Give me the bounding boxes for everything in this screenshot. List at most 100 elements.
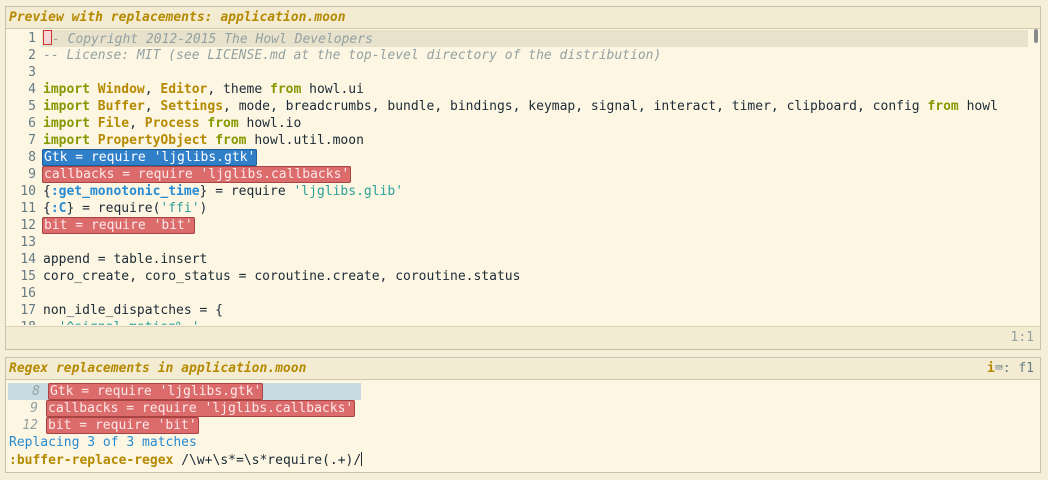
code-token: append = table.insert [43, 252, 208, 267]
code-token: { [43, 201, 51, 216]
code-line[interactable]: 6 import File, Process from howl.io [6, 115, 1040, 132]
code-line[interactable]: 17 non_idle_dispatches = { [6, 302, 1040, 319]
line-number: 8 [28, 150, 36, 165]
line-number: 1 [28, 31, 36, 46]
code-line[interactable]: 4 import Window, Editor, theme from howl.… [6, 81, 1040, 98]
line-number: 14 [20, 252, 36, 267]
code-line[interactable]: 16 [6, 285, 1040, 302]
code-token: , [144, 99, 161, 114]
replacements-header: Regex replacements in application.moon i… [6, 358, 1040, 380]
code-line[interactable]: 12 bit = require 'bit' [6, 217, 1040, 234]
code-token: Buffer [97, 99, 145, 114]
status-message: Replacing 3 of 3 matches [9, 435, 197, 450]
match-row[interactable]: 12 bit = require 'bit' [6, 417, 1040, 434]
code-token: :C [50, 201, 67, 216]
code-line[interactable]: 7 import PropertyObject from howl.util.mo… [6, 132, 1040, 149]
code-token: { [43, 184, 51, 199]
code-token: import [43, 99, 98, 114]
match-list[interactable]: 8 Gtk = require 'ljglibs.gtk' 9 callbacks =… [6, 383, 1040, 434]
code-line[interactable]: 5 import Buffer, Settings, mode, breadcru… [6, 98, 1040, 115]
code-token: import [43, 133, 98, 148]
code-line[interactable]: 1 - Copyright 2012-2015 The Howl Develope… [6, 30, 1040, 47]
command-input[interactable]: /\w+\s*=\s*require(.+)/ [173, 453, 361, 468]
command-line[interactable]: :buffer-replace-regex /\w+\s*=\s*require… [9, 452, 363, 468]
text-cursor [361, 452, 363, 466]
code-token: Settings [160, 99, 224, 114]
code-token: -- License: MIT (see LICENSE.md at the t… [43, 48, 662, 63]
code-token: PropertyObject [97, 133, 208, 148]
line-number: 9 [28, 167, 36, 182]
code-token: from [207, 116, 239, 131]
line-text: - Copyright 2012-2015 The Howl Developer… [43, 30, 373, 48]
line-text: import Window, Editor, theme from howl.u… [43, 81, 364, 98]
keyboard-icon: ⌨ [994, 361, 1003, 376]
match-text: callbacks = require 'ljglibs.callbacks' [46, 400, 356, 417]
line-number: 2 [28, 48, 36, 63]
code-line[interactable]: 8 Gtk = require 'ljglibs.gtk' [6, 149, 1040, 166]
code-token: Process [144, 116, 200, 131]
code-token: howl.io [238, 116, 302, 131]
help-hint: i⌨: f1 [987, 358, 1034, 379]
code-token: , [129, 116, 145, 131]
line-text: bit = require 'bit' [42, 217, 195, 234]
code-token: Editor [160, 82, 208, 97]
line-number: 11 [20, 201, 36, 216]
code-line[interactable]: 11 {:C} = require('ffi') [6, 200, 1040, 217]
line-number: 16 [20, 286, 36, 301]
code-token: 'ljglibs.glib' [293, 184, 404, 199]
line-number: 6 [28, 116, 36, 131]
line-text: import PropertyObject from howl.util.moo… [43, 132, 364, 149]
line-number: 10 [20, 184, 36, 199]
match-line-number: 12 [22, 418, 38, 433]
cursor-position: 1:1 [6, 326, 1040, 349]
code-token: File [97, 116, 130, 131]
code-token: 'ffi' [160, 201, 200, 216]
preview-pane: Preview with replacements: application.m… [5, 6, 1041, 350]
line-text: {:get_monotonic_time} = require 'ljglibs… [43, 183, 403, 200]
code-line[interactable]: 18 '^signal-motion%-' [6, 319, 1040, 325]
preview-title: Preview with replacements: application.m… [6, 7, 1040, 29]
code-line[interactable]: 10 {:get_monotonic_time} = require 'ljgli… [6, 183, 1040, 200]
line-number: 5 [28, 99, 36, 114]
match-line-number: 9 [30, 401, 38, 416]
match-row[interactable]: 9 callbacks = require 'ljglibs.callbacks' [6, 400, 1040, 417]
info-icon: i [987, 361, 995, 376]
code-line[interactable]: 14 append = table.insert [6, 251, 1040, 268]
match-text-wrap: callbacks = require 'ljglibs.callbacks' [46, 400, 356, 417]
code-token: '^signal-motion%-' [43, 320, 200, 325]
line-text: append = table.insert [43, 251, 207, 268]
match-row[interactable]: 8 Gtk = require 'ljglibs.gtk' [8, 383, 361, 400]
line-text: coro_create, coro_status = coroutine.cre… [43, 268, 520, 285]
vertical-scrollbar[interactable] [1034, 29, 1038, 43]
match-text-wrap: Gtk = require 'ljglibs.gtk' [48, 383, 264, 400]
code-line[interactable]: 2 -- License: MIT (see LICENSE.md at the … [6, 47, 1040, 64]
code-line[interactable]: 3 [6, 64, 1040, 81]
line-text: non_idle_dispatches = { [43, 302, 223, 319]
code-line[interactable]: 15 coro_create, coro_status = coroutine.c… [6, 268, 1040, 285]
code-token: callbacks = require 'ljglibs.callbacks' [42, 166, 352, 183]
line-number: 12 [20, 218, 36, 233]
line-text: '^signal-motion%-' [43, 319, 200, 325]
code-token: - Copyright 2012-2015 The Howl Developer… [52, 32, 373, 47]
line-text: callbacks = require 'ljglibs.callbacks' [42, 166, 352, 183]
line-text: import File, Process from howl.io [43, 115, 301, 132]
code-token: from [927, 99, 959, 114]
line-text: -- License: MIT (see LICENSE.md at the t… [43, 47, 661, 64]
replacements-title: Regex replacements in application.moon [9, 361, 307, 376]
line-number: 4 [28, 82, 36, 97]
line-text: import Buffer, Settings, mode, breadcrum… [43, 98, 998, 115]
code-token: :get_monotonic_time [50, 184, 200, 199]
code-token: } = require [199, 184, 294, 199]
help-key: : f1 [1002, 361, 1034, 376]
line-text: {:C} = require('ffi') [43, 200, 207, 217]
match-text-wrap: bit = require 'bit' [46, 417, 199, 434]
code-line[interactable]: 13 [6, 234, 1040, 251]
line-number: 18 [6, 319, 36, 325]
code-line[interactable]: 9 callbacks = require 'ljglibs.callbacks' [6, 166, 1040, 183]
code-token: , [144, 82, 161, 97]
code-token: , theme [207, 82, 271, 97]
code-token: bit = require 'bit' [42, 217, 195, 234]
code-token: howl [958, 99, 998, 114]
code-token: Window [97, 82, 145, 97]
code-editor[interactable]: 1 - Copyright 2012-2015 The Howl Develope… [6, 30, 1040, 325]
